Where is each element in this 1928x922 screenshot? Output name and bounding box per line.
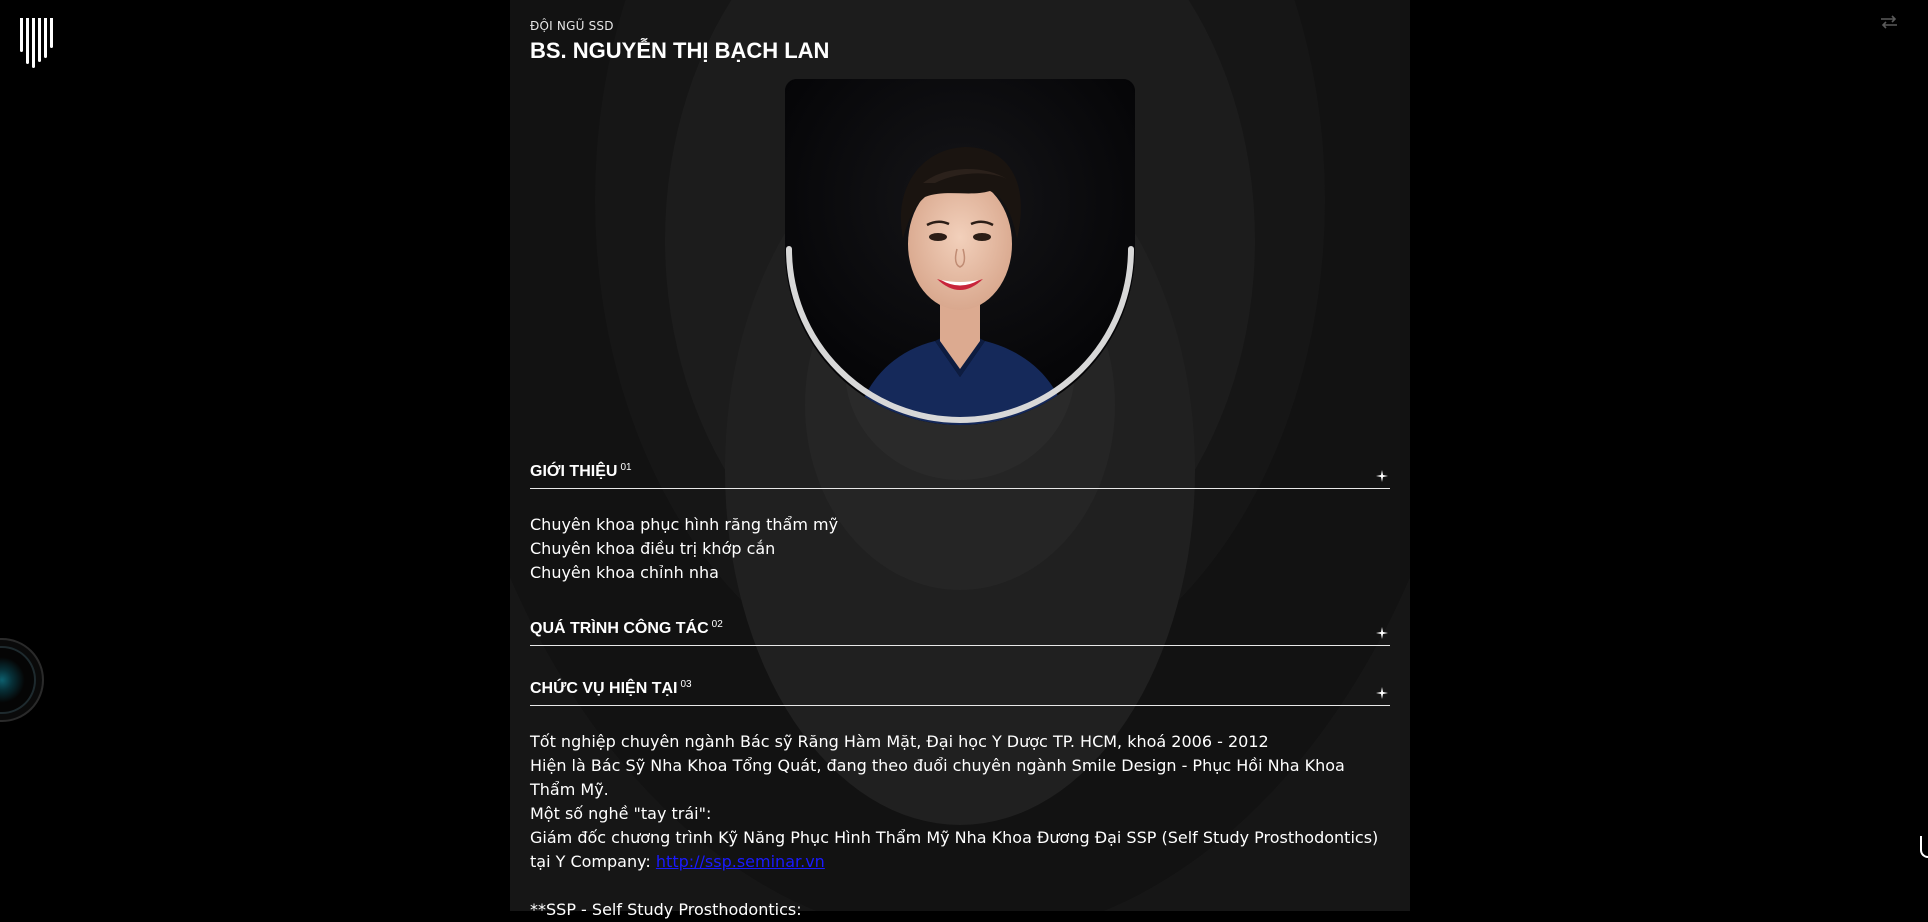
page-title: BS. NGUYỄN THỊ BẠCH LAN [530,38,830,63]
position-line: Hiện là Bác Sỹ Nha Khoa Tổng Quát, đang … [530,756,1345,799]
intro-content: Chuyên khoa phục hình răng thẩm mỹ Chuyê… [530,513,1390,585]
ssp-link[interactable]: http://ssp.seminar.vn [656,852,825,871]
intro-line: Chuyên khoa phục hình răng thẩm mỹ [530,515,839,534]
swap-arrows-icon[interactable] [1879,14,1899,30]
plus-icon[interactable] [1376,470,1388,482]
accordion-number: 02 [711,619,723,630]
intro-line: Chuyên khoa chỉnh nha [530,563,719,582]
current-position-content: Tốt nghiệp chuyên ngành Bác sỹ Răng Hàm … [530,730,1390,922]
accordion-title-text: GIỚI THIỆU [530,463,618,480]
side-circle-control[interactable] [0,638,44,722]
accordion-header-work-history[interactable]: QUÁ TRÌNH CÔNG TÁC 02 [530,615,1390,646]
position-line: Tốt nghiệp chuyên ngành Bác sỹ Răng Hàm … [530,732,1269,751]
brand-logo-icon[interactable] [20,18,56,68]
portrait-arc-frame [786,246,1134,423]
accordion-number: 01 [620,462,632,473]
accordion-title: QUÁ TRÌNH CÔNG TÁC 02 [530,619,723,638]
scroll-hook-icon [1920,836,1928,858]
footnote-line: **SSP - Self Study Prosthodontics: [530,900,802,919]
plus-icon[interactable] [1376,627,1388,639]
accordion-number: 03 [680,679,692,690]
accordion-header-intro[interactable]: GIỚI THIỆU 01 [530,458,1390,489]
accordion-header-current-position[interactable]: CHỨC VỤ HIỆN TẠI 03 [530,675,1390,706]
doctor-portrait [785,79,1135,429]
accordion-title-text: QUÁ TRÌNH CÔNG TÁC [530,620,709,637]
breadcrumb: ĐỘI NGŨ SSD [530,19,614,33]
accordion-title: GIỚI THIỆU 01 [530,462,632,481]
accordion-title: CHỨC VỤ HIỆN TẠI 03 [530,679,692,698]
right-edge-strip [1920,0,1928,911]
position-line: Một số nghề "tay trái": [530,804,712,823]
spacer-line [530,874,1390,898]
position-line: Giám đốc chương trình Kỹ Năng Phục Hình … [530,826,1390,874]
plus-icon[interactable] [1376,687,1388,699]
accordion-title-text: CHỨC VỤ HIỆN TẠI [530,680,678,697]
intro-line: Chuyên khoa điều trị khớp cắn [530,539,776,558]
